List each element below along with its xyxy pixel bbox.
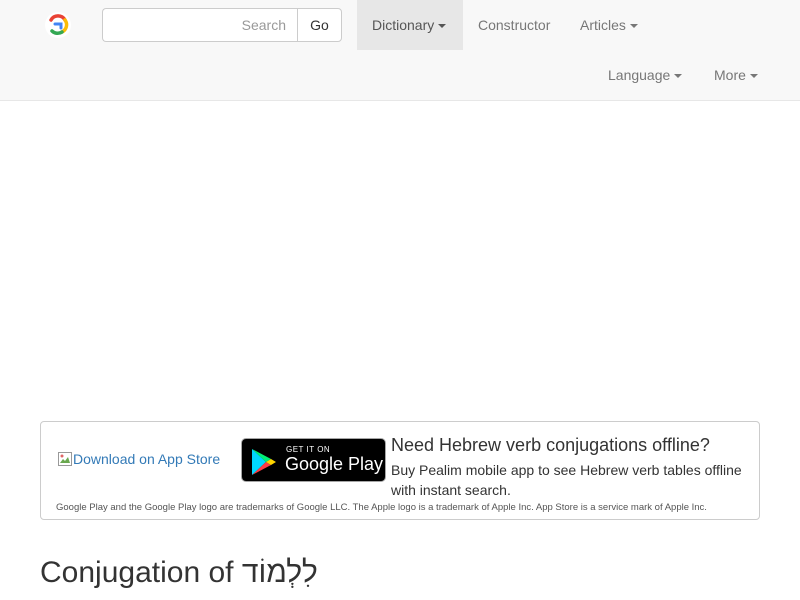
app-promo-panel: Download on App Store GET IT ON Google P… xyxy=(40,421,760,520)
google-play-icon xyxy=(252,449,276,475)
promo-legal-notice: Google Play and the Google Play logo are… xyxy=(56,502,707,513)
nav-constructor-link[interactable]: Constructor xyxy=(463,0,565,50)
promo-text: Buy Pealim mobile app to see Hebrew verb… xyxy=(391,462,742,498)
page-title: Conjugation of לִלְמוֹד xyxy=(40,556,318,590)
page-title-hebrew-word: לִלְמוֹד xyxy=(241,556,318,589)
nav-more-dropdown[interactable]: More xyxy=(699,50,773,100)
nav-dictionary-label: Dictionary xyxy=(372,17,435,33)
caret-down-icon xyxy=(629,24,638,29)
search-input[interactable] xyxy=(102,8,298,42)
pealim-logo-icon[interactable] xyxy=(44,11,72,39)
caret-down-icon xyxy=(674,74,683,79)
page-title-prefix: Conjugation of xyxy=(40,556,234,589)
caret-down-icon xyxy=(438,24,447,29)
nav-articles-label: Articles xyxy=(580,17,626,33)
nav-articles-dropdown[interactable]: Articles xyxy=(565,0,653,50)
google-play-big-text: Google Play xyxy=(285,454,384,474)
app-store-alt-text: Download on App Store xyxy=(73,451,221,467)
google-play-badge[interactable]: GET IT ON Google Play xyxy=(241,438,386,482)
google-play-small-text: GET IT ON xyxy=(286,445,331,454)
nav-more-label: More xyxy=(714,67,746,83)
nav-constructor-label: Constructor xyxy=(478,17,551,33)
broken-image-icon xyxy=(58,452,72,466)
nav-dictionary-dropdown[interactable]: Dictionary xyxy=(357,0,463,50)
promo-heading: Need Hebrew verb conjugations offline? xyxy=(391,435,710,455)
nav-language-dropdown[interactable]: Language xyxy=(593,50,697,100)
go-button[interactable]: Go xyxy=(297,8,342,42)
nav-language-label: Language xyxy=(608,67,671,83)
top-navbar: Go Dictionary Constructor Articles Langu… xyxy=(0,0,800,101)
caret-down-icon xyxy=(749,74,758,79)
app-store-link[interactable]: Download on App Store xyxy=(57,451,220,467)
